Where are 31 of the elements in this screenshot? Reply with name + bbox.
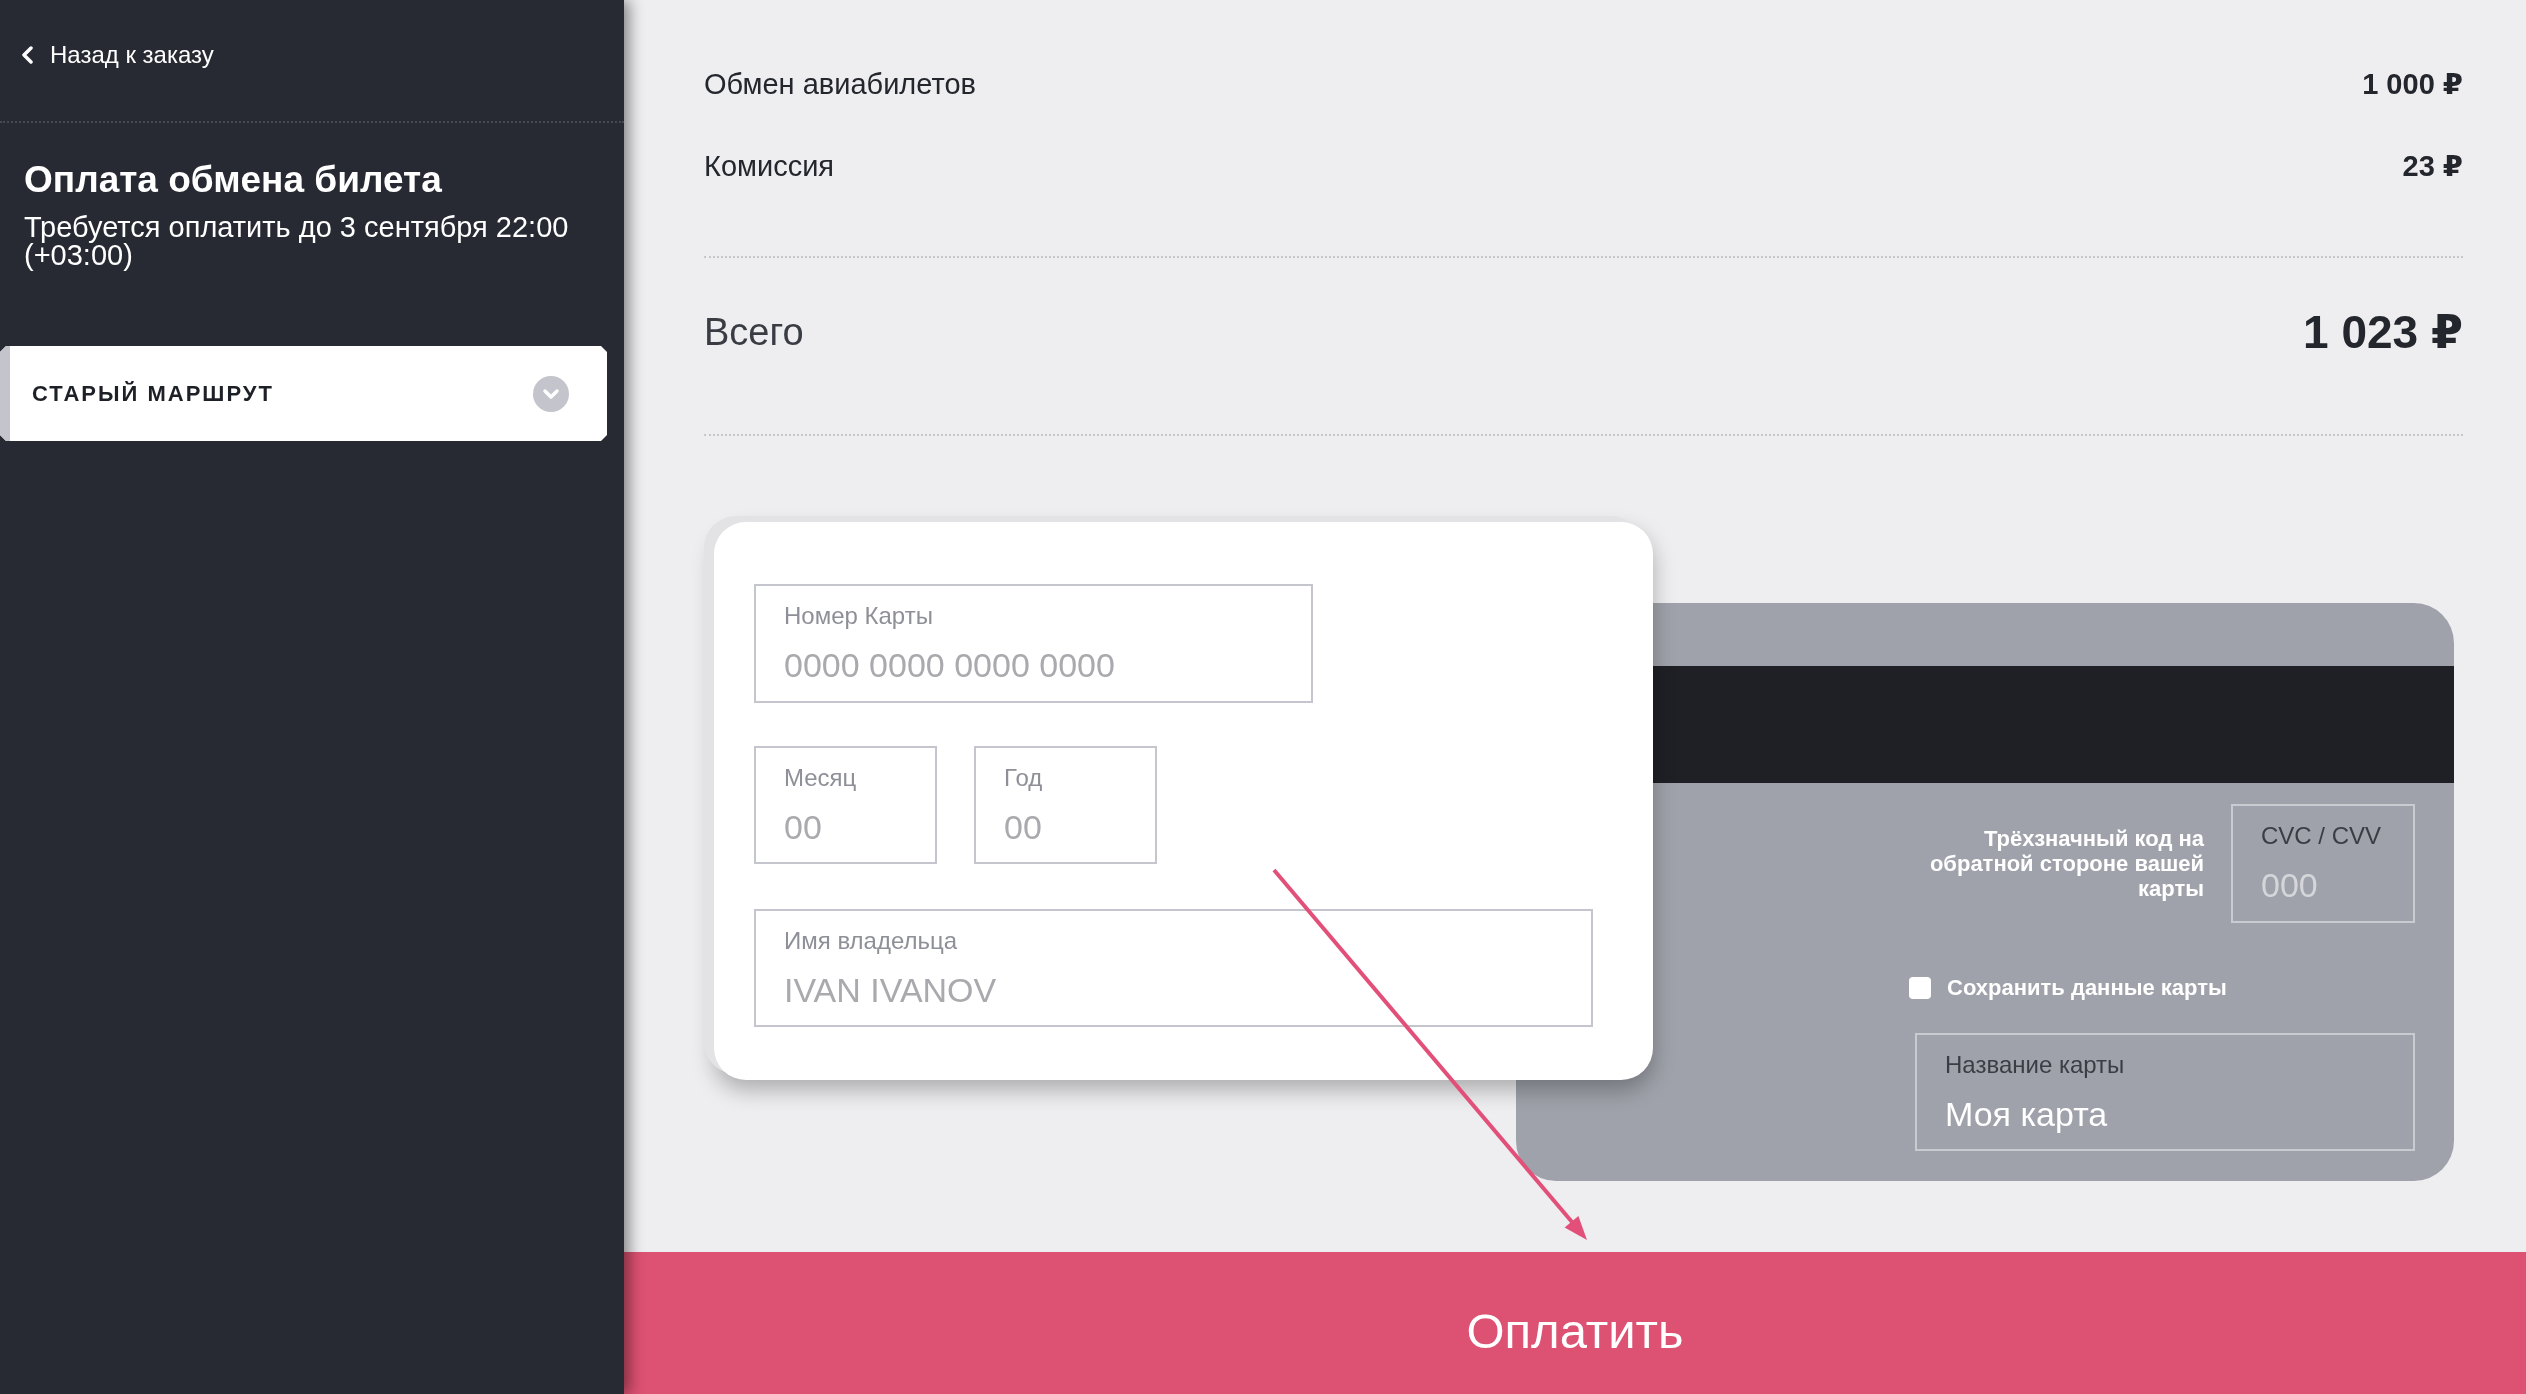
- field-label: Месяц: [784, 764, 858, 792]
- cardholder-name-input[interactable]: IVAN IVANOV: [784, 968, 1563, 1012]
- summary-amount: 1 000 ₽: [2362, 67, 2463, 102]
- page-title: Оплата обмена билета: [24, 160, 443, 200]
- month-input[interactable]: 00: [784, 805, 907, 849]
- total-amount: 1 023 ₽: [2303, 305, 2463, 359]
- chevron-left-icon: [21, 46, 33, 64]
- field-label: Название карты: [1945, 1051, 2126, 1079]
- cardholder-name-field[interactable]: Имя владельца IVAN IVANOV: [754, 909, 1593, 1027]
- payment-deadline-text: Требуется оплатить до 3 сентября 22:00 (+03:00): [24, 213, 570, 269]
- summary-amount: 23 ₽: [2402, 149, 2463, 184]
- summary-label: Обмен авиабилетов: [704, 67, 976, 102]
- field-label: Номер Карты: [784, 602, 934, 630]
- year-input[interactable]: 00: [1004, 805, 1127, 849]
- field-label: CVC / CVV: [2261, 822, 2383, 850]
- route-accordion[interactable]: СТАРЫЙ МАРШРУТ: [0, 346, 607, 441]
- summary-label: Комиссия: [704, 149, 835, 184]
- pay-button[interactable]: Оплатить: [624, 1252, 2526, 1394]
- save-card-checkbox[interactable]: [1909, 977, 1931, 999]
- year-field[interactable]: Год 00: [974, 746, 1157, 864]
- save-card-label: Сохранить данные карты: [1947, 975, 2227, 1001]
- card-name-input[interactable]: Моя карта: [1945, 1092, 2385, 1136]
- field-label: Имя владельца: [784, 927, 959, 955]
- total-label: Всего: [704, 310, 804, 354]
- card-name-field[interactable]: Название карты Моя карта: [1915, 1033, 2415, 1151]
- card-number-field[interactable]: Номер Карты 0000 0000 0000 0000: [754, 584, 1313, 703]
- field-label: Год: [1004, 764, 1044, 792]
- cvc-hint-text: Трёхзначный код на обратной стороне вашей карты: [1928, 826, 2204, 901]
- back-link[interactable]: Назад к заказу: [21, 40, 214, 70]
- month-field[interactable]: Месяц 00: [754, 746, 937, 864]
- card-number-input[interactable]: 0000 0000 0000 0000: [784, 643, 1283, 687]
